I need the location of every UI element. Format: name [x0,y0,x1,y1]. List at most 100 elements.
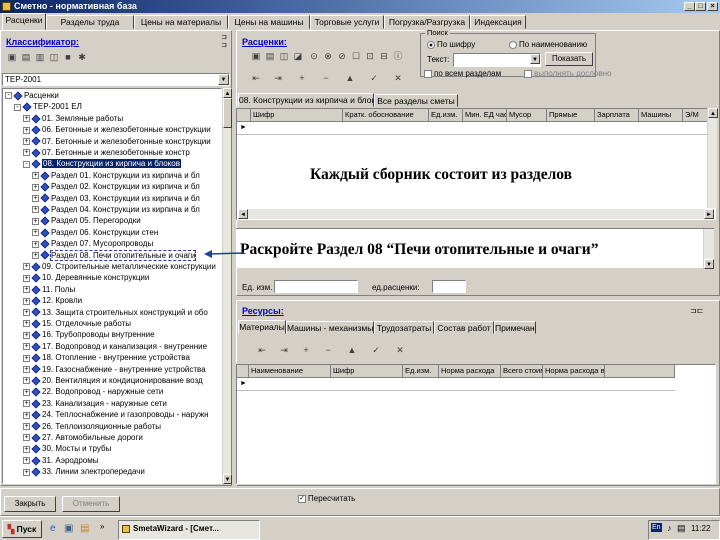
tree-scrollbar[interactable]: ▲ ▼ [222,88,232,484]
scroll-thumb[interactable] [223,98,232,128]
paste-icon[interactable]: ◪ [292,50,304,62]
last-icon[interactable]: ⇥ [278,344,290,356]
delete-icon[interactable]: − [320,72,332,84]
network-icon[interactable]: ▤ [677,523,686,534]
col-res-extra[interactable] [605,365,675,377]
tree-item[interactable]: +11. Полы [23,284,75,295]
scroll-right-icon[interactable]: ► [704,209,714,219]
clock[interactable]: 11:22 [691,524,710,533]
tree-item[interactable]: +30. Мосты и трубы [23,443,111,454]
tree-item[interactable]: +13. Защита строительных конструкций и о… [23,307,208,318]
col-direct[interactable]: Прямые [547,109,595,121]
tree-item[interactable]: +07. Бетонные и железобетонные констр [23,147,190,158]
chart-icon[interactable]: ☐ [350,50,362,62]
recalc-checkbox[interactable]: ✓ Пересчитать [298,494,355,503]
scroll-left-icon[interactable]: ◄ [238,209,248,219]
resources-pin-icon[interactable]: ⊐⊏ [690,306,712,316]
last-icon[interactable]: ⇥ [272,72,284,84]
banner-scrollbar[interactable]: ▼ [703,229,714,269]
cancel-icon[interactable]: ✕ [394,344,406,356]
expand-icon[interactable]: + [32,251,39,259]
expand-icon[interactable]: + [23,126,30,134]
expand-icon[interactable]: + [23,377,30,385]
square-icon[interactable]: ■ [62,51,74,63]
expand-icon[interactable]: + [23,137,30,145]
scroll-up-icon[interactable]: ▲ [708,108,718,118]
close-window-button[interactable]: Закрыть [4,496,56,512]
tree-item[interactable]: +10. Деревянные конструкции [23,272,149,283]
checkbox-icon[interactable]: ✓ [298,494,306,503]
speaker-icon[interactable]: ♪ [667,523,672,533]
radio-by-name[interactable]: По наименованию [509,40,587,49]
col-res-norm2[interactable]: Норма расхода в [543,365,605,377]
save-icon[interactable]: ▣ [250,50,262,62]
col-waste[interactable]: Мусор [507,109,547,121]
up-icon[interactable]: ▲ [346,344,358,356]
search-text-input[interactable]: ▼ [453,53,541,67]
close-button[interactable]: × [707,2,718,11]
maximize-button[interactable]: □ [695,2,706,11]
pin-icon-2[interactable]: ⊐ [219,41,229,49]
col-hours[interactable]: Мин. ЕД часы [463,109,507,121]
check-icon[interactable]: ✓ [368,72,380,84]
chevron-down-icon[interactable]: ▼ [530,54,540,64]
tree-item[interactable]: +07. Бетонные и железобетонные конструкц… [23,136,211,147]
checkbox-icon[interactable] [424,69,432,78]
tree-item[interactable]: +22. Водопровод - наружные сети [23,386,163,397]
scroll-down-icon[interactable]: ▼ [223,474,232,484]
table-row[interactable]: ► [237,378,675,391]
radio-icon[interactable] [427,40,435,49]
pin-icon[interactable]: ⊐ [219,33,229,41]
expand-icon[interactable]: + [23,331,30,339]
folder-icon[interactable]: ▤ [80,523,89,534]
find-icon[interactable]: ⊙ [308,50,320,62]
tab-loading[interactable]: Погрузка/Разгрузка [384,15,470,29]
tree-item[interactable]: +12. Кровли [23,295,82,306]
tree-item[interactable]: +16. Трубопроводы внутренние [23,329,155,340]
print-icon[interactable]: ▤ [264,50,276,62]
tree-item[interactable]: +09. Строительные металлические конструк… [23,261,216,272]
tree-item[interactable]: +33. Линии электропередачи [23,466,145,477]
col-res-code[interactable]: Шифр [331,365,403,377]
ie-icon[interactable]: e [50,523,56,534]
expand-icon[interactable]: + [23,388,30,396]
col-salary[interactable]: Зарплата [595,109,639,121]
all-sections-checkbox[interactable]: по всем разделам [424,69,501,78]
expand-icon[interactable]: + [23,149,30,157]
tree-item[interactable]: + Раздел 04. Конструкции из кирпича и бл [32,204,200,215]
classifier-label[interactable]: Классификатор: [6,37,79,47]
expand-icon[interactable]: + [23,400,30,408]
expand-icon[interactable]: + [32,229,39,237]
collapse-icon[interactable]: - [23,160,30,168]
col-unit[interactable]: Ед.изм. [429,109,463,121]
copy-icon[interactable]: ◫ [48,51,60,63]
minimize-button[interactable]: _ [684,2,695,11]
expand-icon[interactable]: + [23,263,30,271]
tree-item[interactable]: +31. Аэродромы [23,455,98,466]
search-find-button[interactable]: Показать [545,52,593,66]
tab-machine-prices[interactable]: Цены на машины [228,15,310,29]
tree-item[interactable]: +26. Теплоизоляционные работы [23,421,161,432]
copy-icon[interactable]: ◫ [278,50,290,62]
tree-item[interactable]: - Расценки [5,90,59,101]
unit-field[interactable] [274,280,358,293]
tree-item[interactable]: +19. Газоснабжение - внутренние устройст… [23,364,206,375]
expand-icon[interactable]: + [32,172,39,180]
tree-item[interactable]: + Раздел 02. Конструкции из кирпича и бл [32,181,200,192]
tree-item[interactable]: +23. Канализация - наружные сети [23,398,167,409]
checkbox-icon[interactable] [524,69,532,78]
tab-indexation[interactable]: Индексация [470,15,526,29]
tab-all-sections[interactable]: Все разделы сметы [374,94,458,107]
expand-icon[interactable]: + [23,468,30,476]
col-justification[interactable]: Кратк. обоснование [343,109,429,121]
cancel-icon[interactable]: ✕ [392,72,404,84]
tree-item[interactable]: +18. Отопление - внутренние устройства [23,352,190,363]
tree-item[interactable]: +15. Отделочные работы [23,318,131,329]
tree-item[interactable]: + Раздел 01. Конструкции из кирпича и бл [32,170,200,181]
prices-hscroll[interactable]: ◄ ► [238,209,714,219]
tab-labor-costs[interactable]: Трудозатраты [374,321,434,334]
chevron-icon[interactable]: » [100,522,104,531]
prices-vscroll[interactable]: ▲ [707,108,718,208]
expand-icon[interactable]: + [23,457,30,465]
tab-section-08[interactable]: 08. Конструкции из кирпича и блоков [238,93,374,107]
